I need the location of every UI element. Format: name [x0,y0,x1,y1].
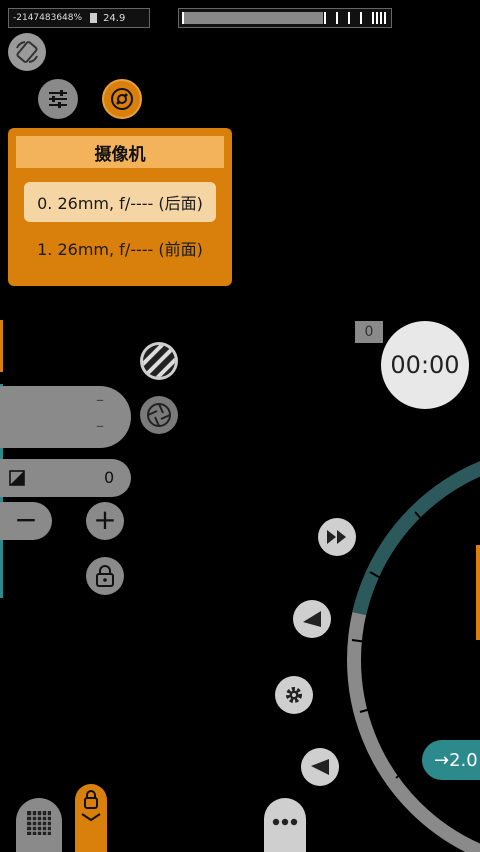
minus-icon: − [14,502,38,536]
zoom-indicator[interactable]: →2.0 [422,740,480,780]
fast-forward-button[interactable] [318,518,356,556]
camera-select-button[interactable] [102,79,142,119]
right-accent-orange [476,545,480,640]
camera-option-front[interactable]: 1. 26mm, f/---- (前面) [24,228,216,268]
flip-vertical-button[interactable] [301,748,339,786]
switch-camera-button[interactable] [8,33,46,71]
gear-icon [286,687,302,703]
zoom-value: →2.0 [434,749,478,771]
mirror-button[interactable] [293,600,331,638]
temperature-readout: 24.9 [103,12,126,24]
left-accent-orange [0,320,3,372]
focus-lock-button[interactable] [75,784,107,852]
flip-down-icon [311,759,329,775]
focus-slider[interactable]: – – [0,386,131,448]
lock-focus-icon [81,790,101,822]
camera-menu-title: 摄像机 [16,136,224,168]
slider-mark-top: – [96,390,104,409]
exposure-icon [9,470,25,486]
more-button[interactable] [264,798,306,852]
status-info: -2147483648% 24.9 [8,8,150,28]
photo-counter: 0 [355,321,383,343]
stripes-icon [143,345,175,377]
grid-icon [27,811,51,835]
mode-selector-ring[interactable] [340,460,480,852]
settings-button[interactable] [275,676,313,714]
camera-settings-button[interactable] [38,79,78,119]
exposure-minus-button[interactable]: − [0,502,52,540]
histogram-ticks [182,12,386,24]
exposure-plus-button[interactable]: + [86,502,124,540]
grid-button[interactable] [16,798,62,852]
lock-icon [96,565,114,587]
fast-forward-icon [327,530,346,544]
shutter-button[interactable]: 00:00 [381,321,469,409]
memory-readout: -2147483648% [13,13,83,23]
plus-icon: + [93,502,117,536]
rotate-icon [16,41,38,63]
aperture-button[interactable] [140,396,178,434]
camera-menu: 摄像机 0. 26mm, f/---- (后面) 1. 26mm, f/----… [8,128,232,286]
slider-mark-bottom: – [96,416,104,435]
filter-button[interactable] [140,342,178,380]
flip-icon [303,611,321,627]
histogram-bar [178,8,392,28]
storage-icon [90,13,98,23]
camera-option-rear[interactable]: 0. 26mm, f/---- (后面) [24,182,216,222]
exposure-control[interactable]: 0 [0,459,131,497]
sliders-icon [49,90,67,108]
timer-display: 00:00 [390,351,460,379]
exposure-value: 0 [104,468,115,487]
camera-lens-icon [111,88,133,110]
aperture-icon [147,403,171,427]
lock-exposure-button[interactable] [86,557,124,595]
more-dots-icon [272,818,298,826]
